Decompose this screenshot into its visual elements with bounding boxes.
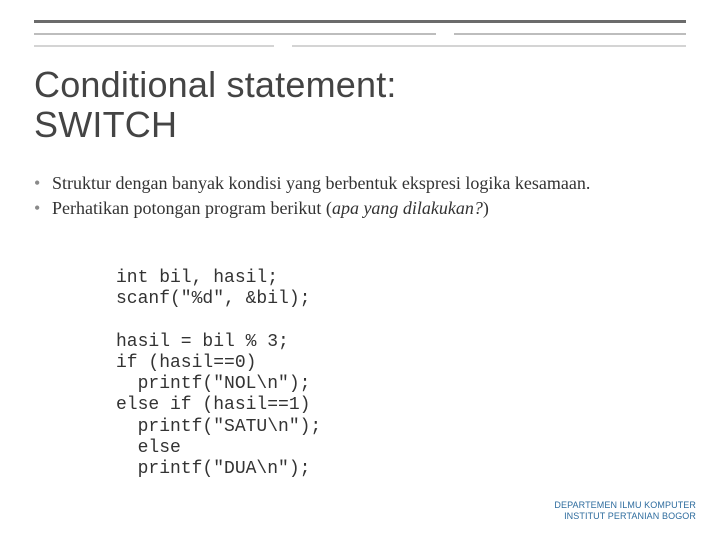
- slide: Conditional statement: SWITCH Struktur d…: [0, 0, 720, 540]
- header-bar-bot-left: [34, 45, 274, 47]
- header-bar-thick: [34, 20, 686, 23]
- bullet-text-post: ): [483, 198, 489, 218]
- header-bar-mid-left: [34, 33, 436, 35]
- code-snippet: int bil, hasil; scanf("%d", &bil); hasil…: [116, 268, 660, 480]
- footer-line-1: DEPARTEMEN ILMU KOMPUTER: [554, 500, 696, 511]
- header-bar-mid-right: [454, 33, 686, 35]
- page-title: Conditional statement: SWITCH: [34, 65, 514, 144]
- bullet-text: Struktur dengan banyak kondisi yang berb…: [52, 173, 590, 193]
- decorative-header-bars: [34, 20, 686, 44]
- header-bar-bot-right: [292, 45, 686, 47]
- bullet-text-pre: Perhatikan potongan program berikut (: [52, 198, 332, 218]
- bullet-item: Struktur dengan banyak kondisi yang berb…: [34, 172, 686, 195]
- bullet-text-emphasis: apa yang dilakuka​n?: [332, 198, 483, 218]
- footer: DEPARTEMEN ILMU KOMPUTER INSTITUT PERTAN…: [554, 500, 696, 522]
- footer-line-2: INSTITUT PERTANIAN BOGOR: [554, 511, 696, 522]
- bullet-item: Perhatikan potongan program berikut (apa…: [34, 197, 686, 220]
- bullet-list: Struktur dengan banyak kondisi yang berb…: [34, 172, 686, 221]
